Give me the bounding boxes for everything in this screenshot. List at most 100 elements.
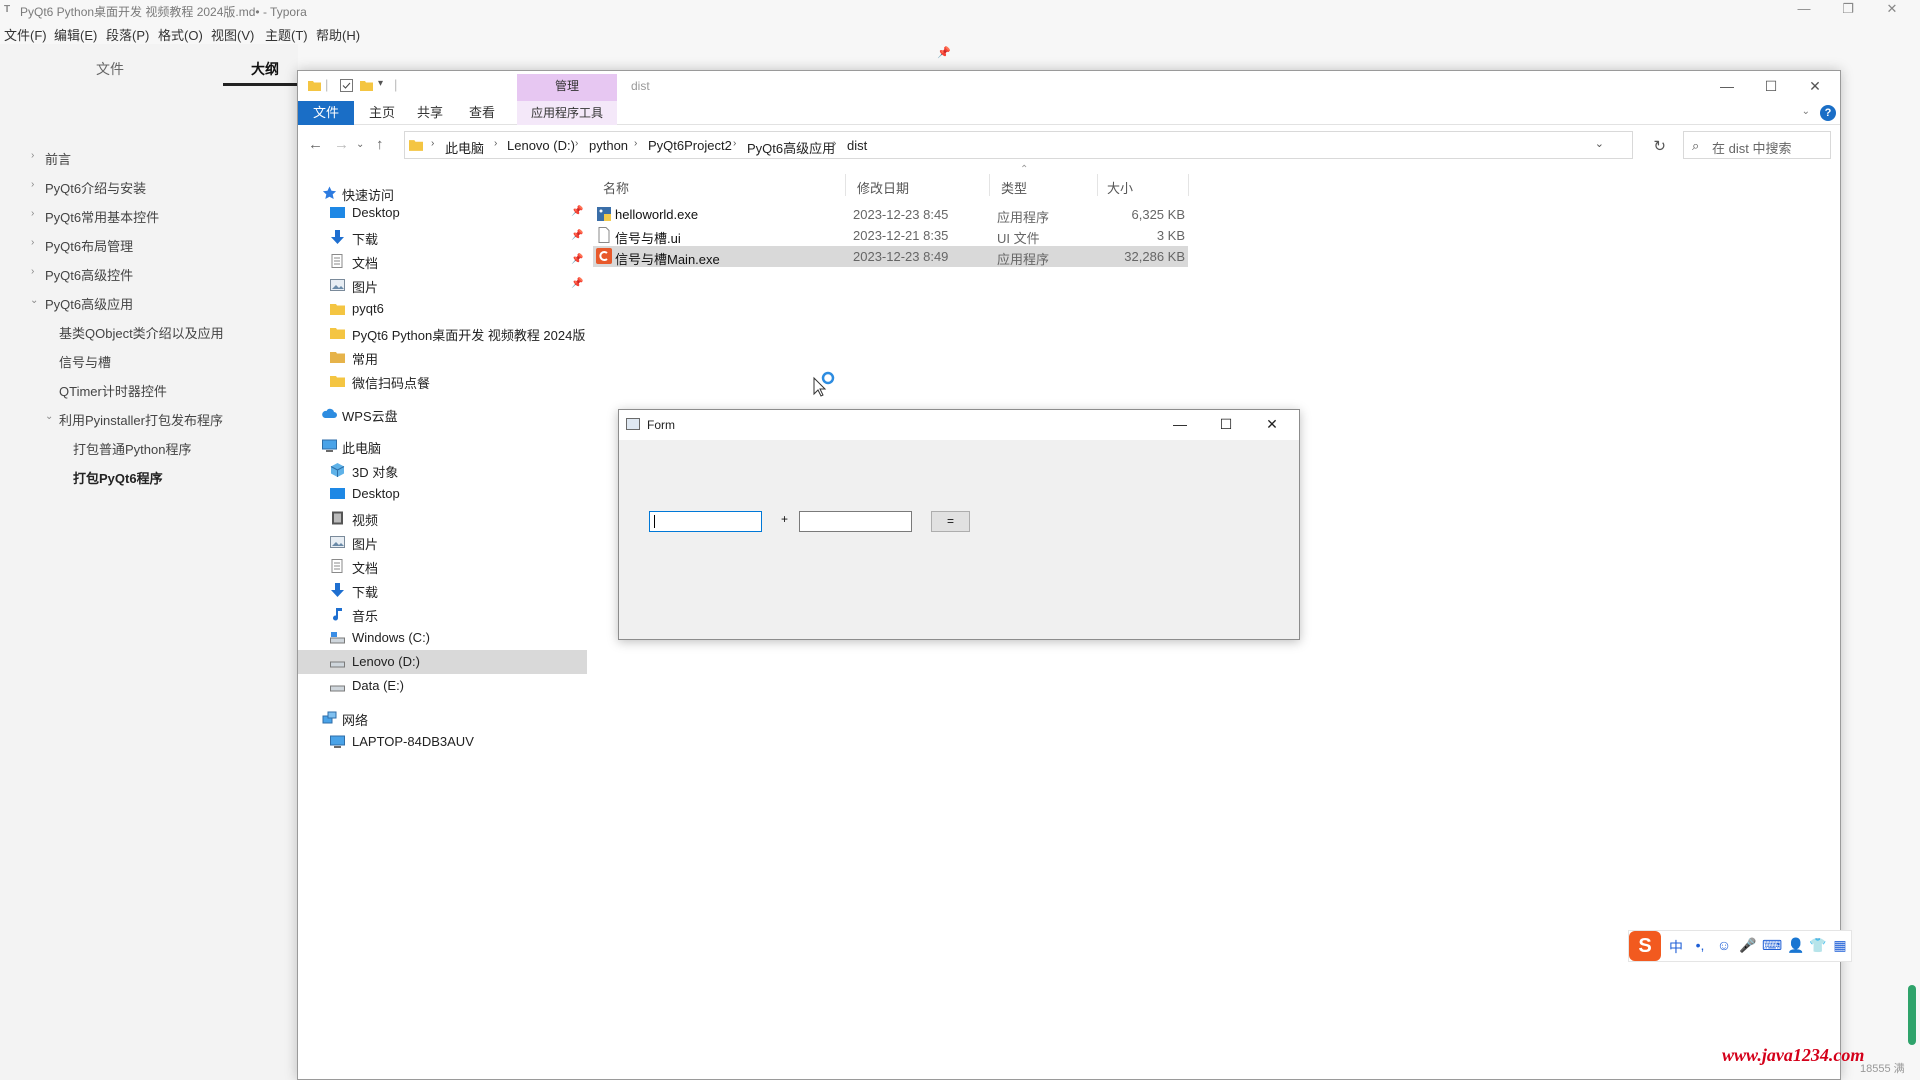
refresh-icon[interactable]: ↻ xyxy=(1653,137,1666,155)
ime-emoji-icon[interactable]: ☺ xyxy=(1713,937,1735,953)
ime-skin-icon[interactable]: 👕 xyxy=(1807,937,1829,954)
column-header-type[interactable]: 类型 xyxy=(1001,178,1027,197)
sogou-logo-icon[interactable]: S xyxy=(1629,931,1661,961)
outline-item[interactable]: PyQt6布局管理 xyxy=(45,236,133,255)
column-divider[interactable] xyxy=(845,174,846,196)
nav-item-folder[interactable]: pyqt6 xyxy=(298,297,587,321)
chevron-right-icon[interactable]: › xyxy=(494,138,497,149)
tab-home[interactable]: 主页 xyxy=(364,101,400,125)
menu-help[interactable]: 帮助(H) xyxy=(316,25,360,44)
breadcrumb-item[interactable]: python xyxy=(589,138,628,153)
maximize-icon[interactable]: ☐ xyxy=(1749,73,1793,101)
ime-toolbox-icon[interactable]: ▦ xyxy=(1829,937,1851,954)
nav-wps-cloud[interactable]: WPS云盘 xyxy=(298,402,587,426)
nav-item-documents[interactable]: 文档 📌 xyxy=(298,249,587,273)
nav-item-music[interactable]: 音乐 xyxy=(298,602,587,626)
menu-format[interactable]: 格式(O) xyxy=(158,25,203,44)
chevron-right-icon[interactable]: › xyxy=(575,138,578,149)
menu-theme[interactable]: 主题(T) xyxy=(265,25,308,44)
nav-item-folder[interactable]: 微信扫码点餐 xyxy=(298,369,587,393)
restore-icon[interactable]: ❐ xyxy=(1826,0,1870,22)
outline-item[interactable]: PyQt6常用基本控件 xyxy=(45,207,159,226)
tab-application-tools[interactable]: 应用程序工具 xyxy=(517,101,617,125)
maximize-icon[interactable]: ☐ xyxy=(1203,410,1249,440)
pin-icon[interactable]: 📌 xyxy=(571,206,583,217)
address-dropdown-icon[interactable]: ⌄ xyxy=(1595,137,1604,150)
properties-icon[interactable] xyxy=(340,79,353,92)
file-row[interactable]: 信号与槽.ui 2023-12-21 8:35 UI 文件 3 KB xyxy=(593,225,1188,246)
nav-item-desktop[interactable]: Desktop 📌 xyxy=(298,201,587,225)
breadcrumb-item-current[interactable]: dist xyxy=(847,138,867,153)
chevron-down-icon[interactable]: ⌄ xyxy=(45,411,53,422)
second-number-input[interactable] xyxy=(799,511,912,532)
file-row[interactable]: helloworld.exe 2023-12-23 8:45 应用程序 6,32… xyxy=(593,204,1188,225)
tab-files[interactable]: 文件 xyxy=(65,59,155,79)
outline-item[interactable]: 利用Pyinstaller打包发布程序 xyxy=(59,410,223,429)
outline-item[interactable]: PyQt6高级应用 xyxy=(45,294,133,313)
nav-item-3d-objects[interactable]: 3D 对象 xyxy=(298,458,587,482)
nav-item-folder[interactable]: PyQt6 Python桌面开发 视频教程 2024版.a xyxy=(298,321,587,345)
chevron-right-icon[interactable]: › xyxy=(634,138,637,149)
outline-item[interactable]: 信号与槽 xyxy=(59,352,111,371)
chevron-down-icon[interactable]: ⌄ xyxy=(30,295,38,306)
tab-share[interactable]: 共享 xyxy=(412,101,448,125)
first-number-input[interactable] xyxy=(649,511,762,532)
breadcrumb-item[interactable]: 此电脑 xyxy=(445,138,484,157)
pin-icon[interactable]: 📌 xyxy=(937,46,951,59)
outline-item[interactable]: PyQt6高级控件 xyxy=(45,265,133,284)
ime-voice-icon[interactable]: 🎤 xyxy=(1737,937,1759,954)
close-icon[interactable]: ✕ xyxy=(1793,73,1837,101)
nav-item-computer[interactable]: LAPTOP-84DB3AUV xyxy=(298,730,587,754)
file-row-selected[interactable]: 信号与槽Main.exe 2023-12-23 8:49 应用程序 32,286… xyxy=(593,246,1188,267)
nav-item-downloads[interactable]: 下载 xyxy=(298,578,587,602)
menu-view[interactable]: 视图(V) xyxy=(211,25,254,44)
search-input[interactable]: ⌕ 在 dist 中搜索 xyxy=(1683,131,1831,159)
nav-item-drive-c[interactable]: Windows (C:) xyxy=(298,626,587,650)
column-header-date[interactable]: 修改日期 xyxy=(857,178,909,197)
expand-ribbon-icon[interactable]: ⌄ xyxy=(1802,106,1810,117)
outline-item[interactable]: PyQt6介绍与安装 xyxy=(45,178,146,197)
outline-item[interactable]: QTimer计时器控件 xyxy=(59,381,167,400)
quick-access-dropdown-icon[interactable]: ▾ xyxy=(378,78,383,89)
ime-punctuation-icon[interactable]: •, xyxy=(1689,937,1711,953)
column-header-name[interactable]: 名称 xyxy=(603,178,629,197)
column-divider[interactable] xyxy=(989,174,990,196)
tab-view[interactable]: 查看 xyxy=(464,101,500,125)
column-divider[interactable] xyxy=(1097,174,1098,196)
nav-item-pictures[interactable]: 图片 xyxy=(298,530,587,554)
nav-this-pc[interactable]: 此电脑 xyxy=(298,434,587,458)
chevron-right-icon[interactable]: › xyxy=(31,237,34,248)
new-folder-icon[interactable] xyxy=(360,79,373,92)
ime-language-toggle[interactable]: 中 xyxy=(1665,937,1687,957)
column-header-size[interactable]: 大小 xyxy=(1107,178,1133,197)
nav-item-videos[interactable]: 视频 xyxy=(298,506,587,530)
menu-paragraph[interactable]: 段落(P) xyxy=(106,25,149,44)
nav-item-downloads[interactable]: 下载 📌 xyxy=(298,225,587,249)
minimize-icon[interactable]: — xyxy=(1782,0,1826,22)
equals-button[interactable]: = xyxy=(931,511,970,532)
chevron-right-icon[interactable]: › xyxy=(31,150,34,161)
outline-item[interactable]: 基类QObject类介绍以及应用 xyxy=(59,323,224,342)
minimize-icon[interactable]: — xyxy=(1705,73,1749,101)
help-icon[interactable]: ? xyxy=(1820,105,1836,121)
back-arrow-icon[interactable]: ← xyxy=(308,136,323,153)
recent-dropdown-icon[interactable]: ⌄ xyxy=(356,139,364,150)
nav-item-pictures[interactable]: 图片 📌 xyxy=(298,273,587,297)
minimize-icon[interactable]: — xyxy=(1157,410,1203,440)
outline-item[interactable]: 打包普通Python程序 xyxy=(73,439,191,458)
up-arrow-icon[interactable]: ↑ xyxy=(376,136,384,153)
outline-item[interactable]: 前言 xyxy=(45,149,71,168)
column-divider[interactable] xyxy=(1188,174,1189,196)
chevron-right-icon[interactable]: › xyxy=(833,138,836,149)
close-icon[interactable]: ✕ xyxy=(1249,410,1295,440)
breadcrumb-item[interactable]: Lenovo (D:) xyxy=(507,138,575,153)
close-icon[interactable]: ✕ xyxy=(1870,0,1914,22)
pin-icon[interactable]: 📌 xyxy=(571,254,583,265)
chevron-right-icon[interactable]: › xyxy=(31,208,34,219)
tab-file[interactable]: 文件 xyxy=(298,101,354,125)
menu-edit[interactable]: 编辑(E) xyxy=(54,25,97,44)
menu-file[interactable]: 文件(F) xyxy=(4,25,47,44)
nav-item-documents[interactable]: 文档 xyxy=(298,554,587,578)
forward-arrow-icon[interactable]: → xyxy=(334,136,349,153)
chevron-right-icon[interactable]: › xyxy=(31,266,34,277)
